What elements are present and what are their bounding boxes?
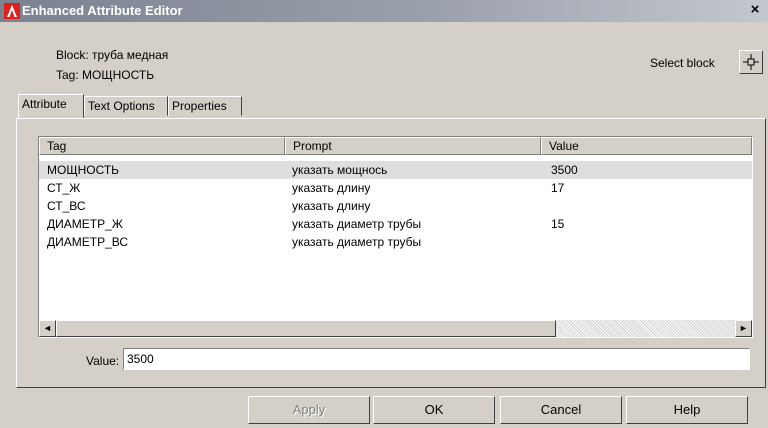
tag-cell: ДИАМЕТР_ВС	[47, 235, 129, 249]
ok-button[interactable]: OK	[373, 396, 495, 424]
select-block-label: Select block	[650, 56, 715, 70]
table-row[interactable]: СТ_ВС указать длину	[39, 197, 752, 215]
list-header: Tag Prompt Value	[39, 137, 752, 155]
tag-cell: СТ_Ж	[47, 181, 81, 195]
tag-cell: СТ_ВС	[47, 199, 86, 213]
tab-properties[interactable]: Properties	[168, 96, 242, 116]
table-row[interactable]: ДИАМЕТР_ВС указать диаметр трубы	[39, 233, 752, 251]
crosshair-pick-icon	[743, 54, 759, 70]
value-cell: 17	[551, 181, 565, 195]
column-header-prompt[interactable]: Prompt	[285, 137, 541, 155]
scrollbar-thumb[interactable]	[56, 320, 556, 337]
scroll-right-arrow-icon[interactable]: ►	[735, 320, 752, 337]
window-title: Enhanced Attribute Editor	[22, 3, 183, 18]
value-label: Value:	[86, 354, 120, 368]
scroll-left-arrow-icon[interactable]: ◄	[39, 320, 56, 337]
autocad-logo-icon	[4, 3, 20, 19]
prompt-cell: указать диаметр трубы	[292, 235, 422, 249]
tag-cell: ДИАМЕТР_Ж	[47, 217, 123, 231]
scrollbar-track[interactable]	[556, 320, 735, 337]
apply-button[interactable]: Apply	[248, 396, 370, 424]
prompt-cell: указать длину	[292, 181, 371, 195]
tag-cell: МОЩНОСТЬ	[47, 163, 120, 177]
column-header-tag[interactable]: Tag	[39, 137, 285, 155]
tab-text-options[interactable]: Text Options	[84, 96, 168, 116]
tab-attribute[interactable]: Attribute	[18, 94, 84, 118]
help-button[interactable]: Help	[626, 396, 748, 424]
column-header-value[interactable]: Value	[541, 137, 752, 155]
table-row[interactable]: СТ_Ж указать длину 17	[39, 179, 752, 197]
horizontal-scrollbar[interactable]: ◄ ►	[39, 320, 752, 337]
value-cell: 3500	[551, 163, 578, 177]
tag-name-label: Tag: МОЩНОСТЬ	[56, 68, 155, 82]
select-block-button[interactable]	[739, 50, 763, 74]
value-cell: 15	[551, 217, 565, 231]
cancel-button[interactable]: Cancel	[500, 396, 622, 424]
attribute-list[interactable]: Tag Prompt Value МОЩНОСТЬ указать мощнос…	[38, 136, 753, 338]
prompt-cell: указать длину	[292, 199, 371, 213]
table-row[interactable]: ДИАМЕТР_Ж указать диаметр трубы 15	[39, 215, 752, 233]
prompt-cell: указать мощнось	[292, 163, 388, 177]
block-name-label: Block: труба медная	[56, 48, 169, 62]
close-icon[interactable]: ×	[746, 1, 764, 19]
value-input[interactable]	[123, 348, 750, 370]
prompt-cell: указать диаметр трубы	[292, 217, 422, 231]
table-row[interactable]: МОЩНОСТЬ указать мощнось 3500	[39, 161, 752, 179]
title-bar: Enhanced Attribute Editor ×	[0, 0, 768, 22]
